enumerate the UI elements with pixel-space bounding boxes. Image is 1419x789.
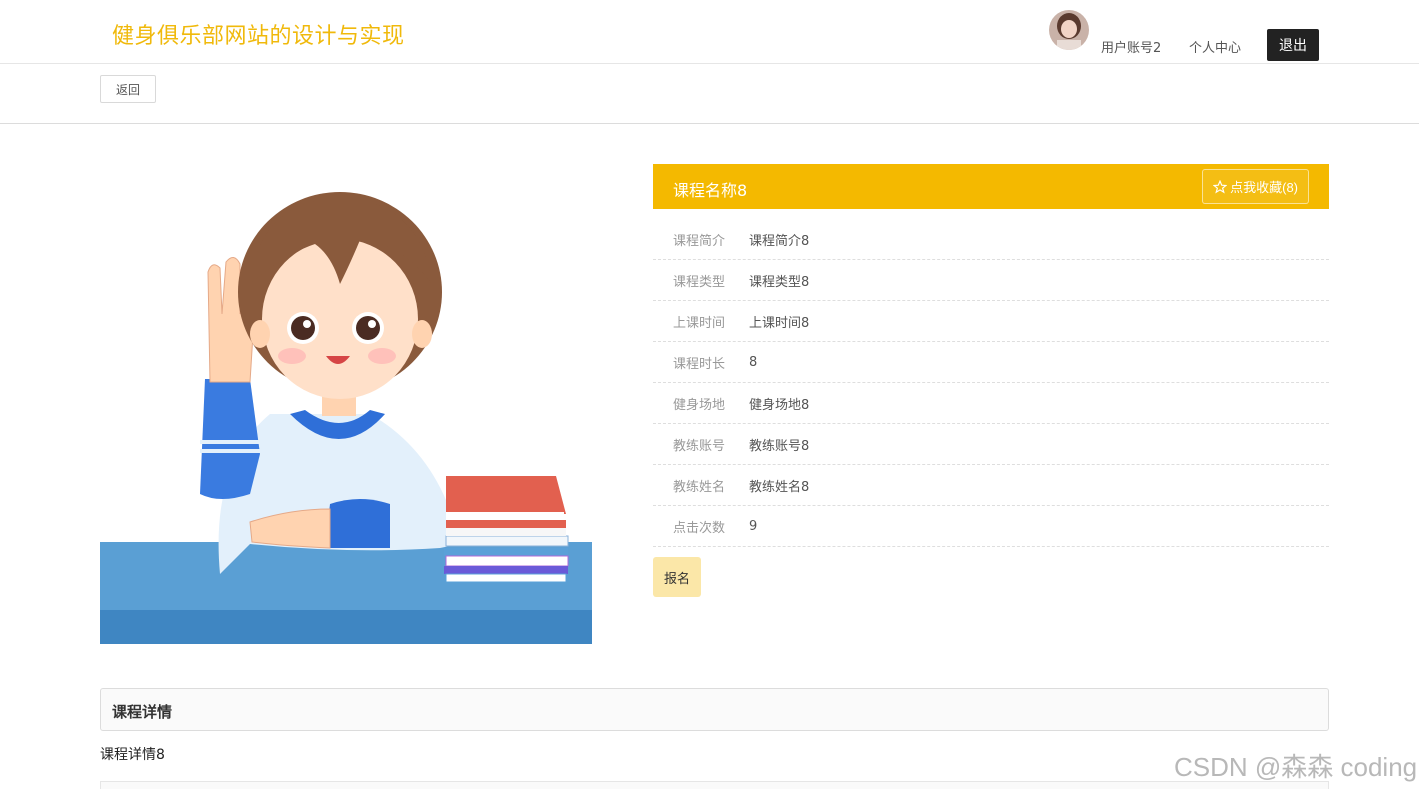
course-header: 课程名称8 点我收藏(8) [653,164,1329,209]
attr-label: 课程类型 [673,274,726,290]
course-image [100,164,592,644]
attr-label: 上课时间 [673,315,726,331]
username: 用户账号2 [1101,41,1162,56]
watermark: CSDN @森森 coding [1174,752,1418,782]
comment-section-edge [100,781,1329,789]
attr-value: 8 [749,354,758,370]
avatar[interactable] [1049,10,1089,50]
attr-row-duration: 课程时长 8 [653,342,1329,383]
personal-center-link[interactable]: 个人中心 [1189,37,1241,56]
attr-value: 课程类型8 [749,274,810,290]
star-icon [1213,179,1228,194]
attr-row-coach-name: 教练姓名 教练姓名8 [653,465,1329,506]
attr-row-coach-account: 教练账号 教练账号8 [653,424,1329,465]
attr-row-clicks: 点击次数 9 [653,506,1329,547]
course-name: 课程名称8 [673,181,748,200]
attr-label: 教练账号 [673,438,726,454]
attr-label: 点击次数 [673,520,726,536]
logout-button[interactable]: 退出 [1267,29,1319,61]
site-title[interactable]: 健身俱乐部网站的设计与实现 [112,18,405,50]
attr-value: 健身场地8 [749,397,810,413]
back-button[interactable]: 返回 [100,75,156,103]
signup-button[interactable]: 报名 [653,557,701,597]
attr-value: 9 [749,518,758,534]
back-bar: 返回 [0,64,1419,124]
course-detail-header: 课程详情 [100,688,1329,731]
favorite-button[interactable]: 点我收藏(8) [1202,169,1309,204]
attr-value: 课程简介8 [749,233,810,249]
course-attributes: 课程简介 课程简介8 课程类型 课程类型8 上课时间 上课时间8 课程时长 8 健身场地… [653,219,1329,547]
favorite-label: 点我收藏(8) [1230,180,1298,195]
attr-row-type: 课程类型 课程类型8 [653,260,1329,301]
attr-value: 教练姓名8 [749,479,810,495]
attr-row-venue: 健身场地 健身场地8 [653,383,1329,424]
attr-value: 上课时间8 [749,315,810,331]
attr-label: 教练姓名 [673,479,726,495]
attr-label: 健身场地 [673,397,726,413]
attr-row-time: 上课时间 上课时间8 [653,301,1329,342]
course-info-panel: 课程名称8 点我收藏(8) 课程简介 课程简介8 课程类型 课程类型8 上课时间 上课… [653,164,1329,597]
top-header: 健身俱乐部网站的设计与实现 用户账号2 个人中心 退出 [0,0,1419,64]
course-detail-text: 课程详情8 [100,747,165,763]
attr-label: 课程简介 [673,233,726,249]
attr-label: 课程时长 [673,356,726,372]
attr-row-intro: 课程简介 课程简介8 [653,219,1329,260]
course-detail-title: 课程详情 [112,703,173,721]
attr-value: 教练账号8 [749,438,810,454]
